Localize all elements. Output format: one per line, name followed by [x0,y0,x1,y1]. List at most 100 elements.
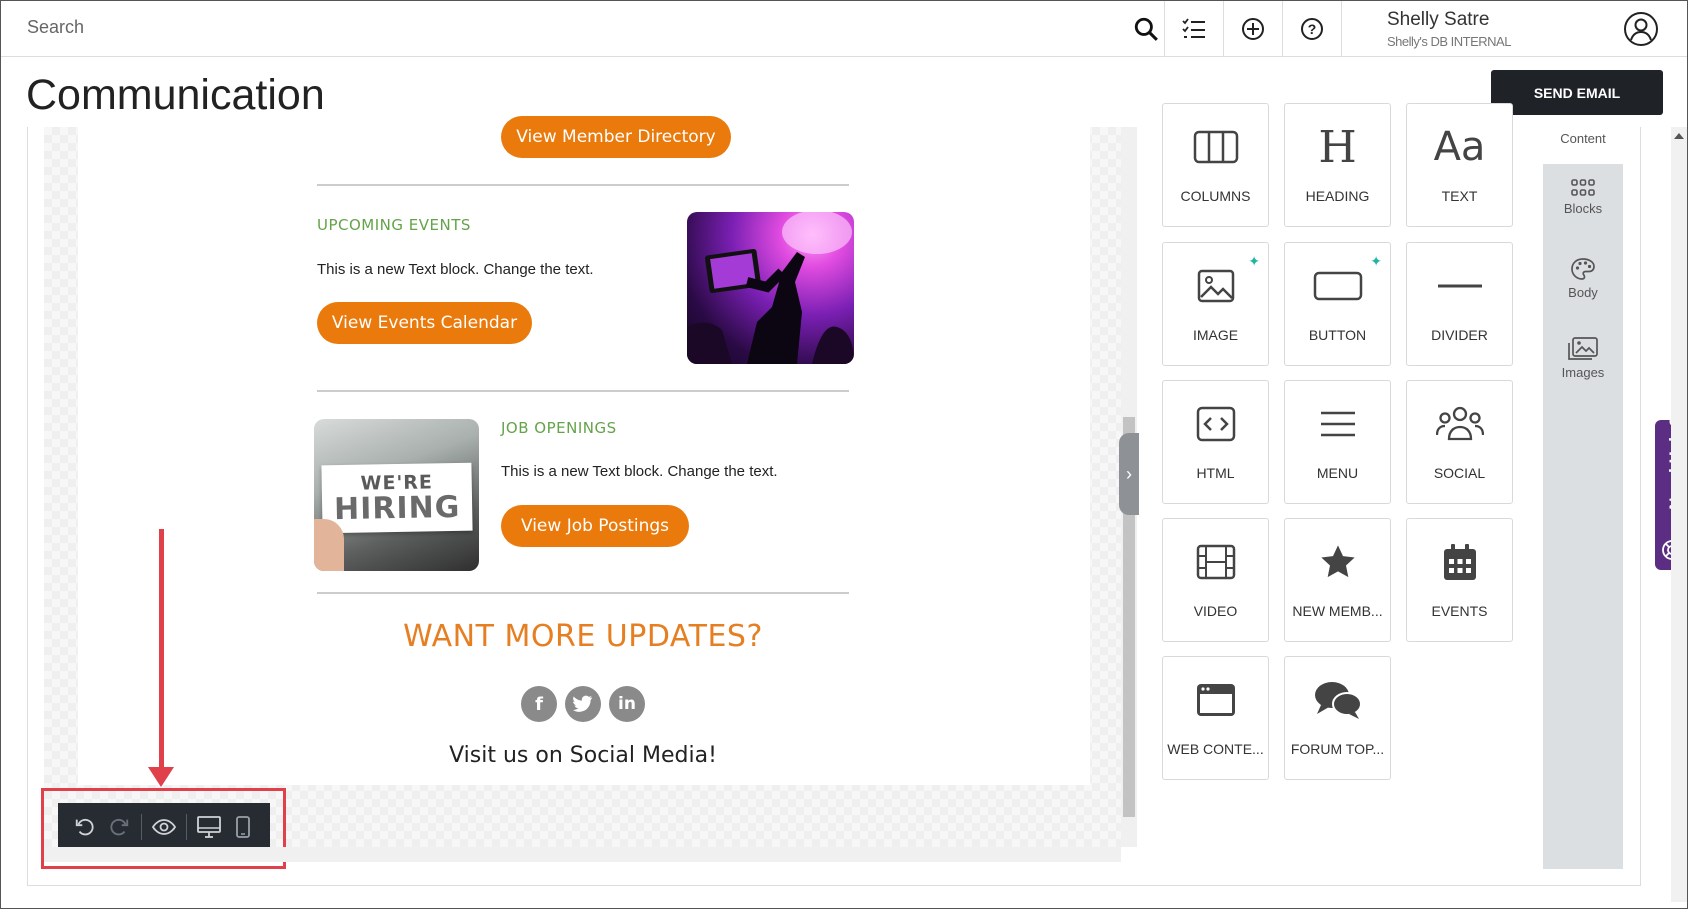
block-divider[interactable]: DIVIDER [1406,242,1513,366]
block-label: FORUM TOP... [1290,741,1385,757]
toolbar-separator [186,814,187,840]
hand-graphic [314,519,344,571]
block-html[interactable]: HTML [1162,380,1269,504]
block-label: EVENTS [1431,603,1488,619]
twitter-icon[interactable] [565,686,601,722]
divider-icon [1407,261,1512,311]
separator [1341,1,1342,57]
block-columns[interactable]: COLUMNS [1162,103,1269,227]
undo-icon[interactable] [68,810,102,844]
help-circle-icon[interactable]: ? [1282,1,1341,57]
divider [317,184,849,186]
canvas-horizontal-scrollbar[interactable] [44,847,1121,862]
user-org: Shelly's DB INTERNAL [1387,34,1511,49]
jobs-text[interactable]: This is a new Text block. Change the tex… [501,463,778,480]
top-bar: Search ? Shelly Satre Shelly's DB INTERN… [1,1,1687,57]
desktop-view-icon[interactable] [192,810,226,844]
block-label: BUTTON [1308,327,1367,343]
calendar-icon [1407,537,1512,587]
block-label: VIDEO [1193,603,1238,619]
svg-text:?: ? [1308,21,1317,37]
video-icon [1163,537,1268,587]
want-more-updates-heading[interactable]: WANT MORE UPDATES? [301,619,865,654]
block-label: NEW MEMB... [1292,603,1383,619]
page-vertical-scrollbar[interactable] [1671,127,1687,902]
social-icon [1407,399,1512,449]
linkedin-icon[interactable]: in [609,686,645,722]
nav-label: Images [1561,365,1605,380]
view-member-directory-button[interactable]: View Member Directory [501,116,731,158]
concert-image[interactable] [687,212,854,364]
button-icon [1285,261,1390,311]
nav-tab-body[interactable]: Body [1543,257,1623,300]
events-text[interactable]: This is a new Text block. Change the tex… [317,261,594,278]
app-window: Search ? Shelly Satre Shelly's DB INTERN… [0,0,1688,909]
preview-eye-icon[interactable] [147,810,181,844]
heading-icon: H [1318,121,1357,173]
facebook-icon[interactable]: f [521,686,557,722]
block-label: IMAGE [1192,327,1239,343]
html-icon [1163,399,1268,449]
divider [317,390,849,392]
block-web-content[interactable]: WEB CONTE... [1162,656,1269,780]
checklist-icon[interactable] [1164,1,1223,57]
social-media-text[interactable]: Visit us on Social Media! [301,743,865,768]
content-blocks-panel: COLUMNS H HEADING Aa TEXT ✦ IMAGE ✦ BUTT… [1140,103,1542,867]
block-label: DIVIDER [1431,327,1488,343]
user-avatar-icon[interactable] [1623,11,1659,52]
block-forum-topics[interactable]: FORUM TOP... [1284,656,1391,780]
job-openings-heading[interactable]: JOB OPENINGS [501,419,617,437]
block-label: MENU [1316,465,1359,481]
nav-tab-content[interactable]: Content [1543,127,1623,164]
view-job-postings-button[interactable]: View Job Postings [501,505,689,547]
block-label: HTML [1196,465,1235,481]
annotation-arrow-head [148,767,174,787]
block-button[interactable]: ✦ BUTTON [1284,242,1391,366]
block-menu[interactable]: MENU [1284,380,1391,504]
toolbar-separator [141,814,142,840]
blocks-grid-icon [1543,179,1623,197]
annotation-arrow [159,529,164,769]
hiring-image[interactable]: WE'RE HIRING [314,419,479,571]
divider [317,592,849,594]
block-label: TEXT [1441,188,1478,204]
page-title: Communication [26,71,325,119]
email-canvas[interactable] [44,127,1126,847]
block-events[interactable]: EVENTS [1406,518,1513,642]
hiring-line2: HIRING [333,489,461,528]
block-image[interactable]: ✦ IMAGE [1162,242,1269,366]
web-content-icon [1163,675,1268,725]
panel-collapse-handle[interactable]: › [1119,433,1139,515]
scroll-up-arrow-icon[interactable] [1674,133,1684,139]
nav-tab-images[interactable]: Images [1543,337,1623,380]
view-events-calendar-button[interactable]: View Events Calendar [317,302,532,344]
plus-circle-icon[interactable] [1223,1,1282,57]
nav-label: Blocks [1563,201,1603,216]
nav-tab-blocks[interactable]: Blocks [1543,179,1623,216]
block-label: SOCIAL [1433,465,1486,481]
text-icon: Aa [1433,124,1486,170]
image-icon [1163,261,1268,311]
search-input[interactable]: Search [27,17,84,38]
block-social[interactable]: SOCIAL [1406,380,1513,504]
upcoming-events-heading[interactable]: UPCOMING EVENTS [317,216,471,234]
palette-icon [1543,257,1623,281]
right-sidebar-nav [1543,127,1623,869]
block-text[interactable]: Aa TEXT [1406,103,1513,227]
block-new-members[interactable]: NEW MEMB... [1284,518,1391,642]
nav-label: Content [1560,131,1606,146]
redo-icon[interactable] [102,810,136,844]
block-label: HEADING [1305,188,1370,204]
columns-icon [1163,122,1268,172]
mobile-view-icon[interactable] [226,810,260,844]
block-video[interactable]: VIDEO [1162,518,1269,642]
block-heading[interactable]: H HEADING [1284,103,1391,227]
images-icon [1543,337,1623,361]
menu-icon [1285,399,1390,449]
hiring-card: WE'RE HIRING [321,462,473,534]
nav-label: Body [1568,285,1598,300]
star-icon [1285,537,1390,587]
user-name[interactable]: Shelly Satre [1387,9,1489,31]
send-email-button[interactable]: SEND EMAIL [1491,70,1663,115]
block-label: COLUMNS [1180,188,1251,204]
